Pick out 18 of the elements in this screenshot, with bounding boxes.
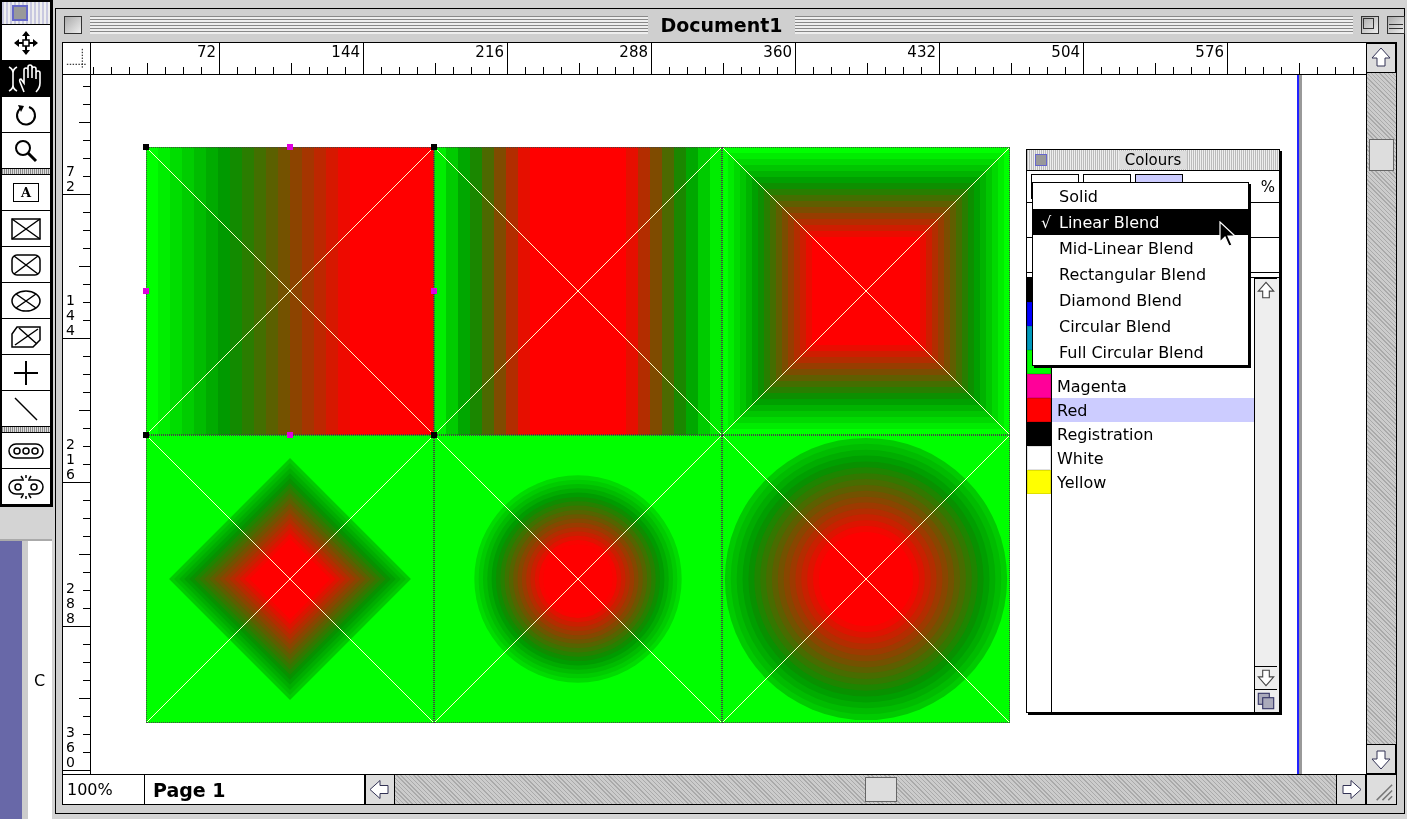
ruler-label: 144 (331, 44, 360, 60)
palette-title: Colours (1118, 151, 1188, 169)
ruler-label: 288 (619, 44, 648, 60)
ruler-label: 216 (475, 44, 504, 60)
ruler-label: 72 (196, 44, 216, 60)
window-title: Document1 (659, 13, 784, 36)
window-text: C (34, 671, 46, 690)
ruler-label: 432 (907, 44, 936, 60)
percent-label: % (1260, 177, 1275, 196)
ruler-label: 144 (66, 293, 75, 338)
ruler-label: 72 (66, 164, 75, 194)
ruler-label: 576 (1195, 44, 1224, 60)
ruler-label: 360 (763, 44, 792, 60)
text-box-icon: A (12, 183, 40, 202)
ruler-label: 288 (66, 581, 75, 626)
ruler-label: 216 (66, 437, 75, 482)
ruler-label: 504 (1051, 44, 1080, 60)
ruler-label: 360 (66, 725, 75, 770)
